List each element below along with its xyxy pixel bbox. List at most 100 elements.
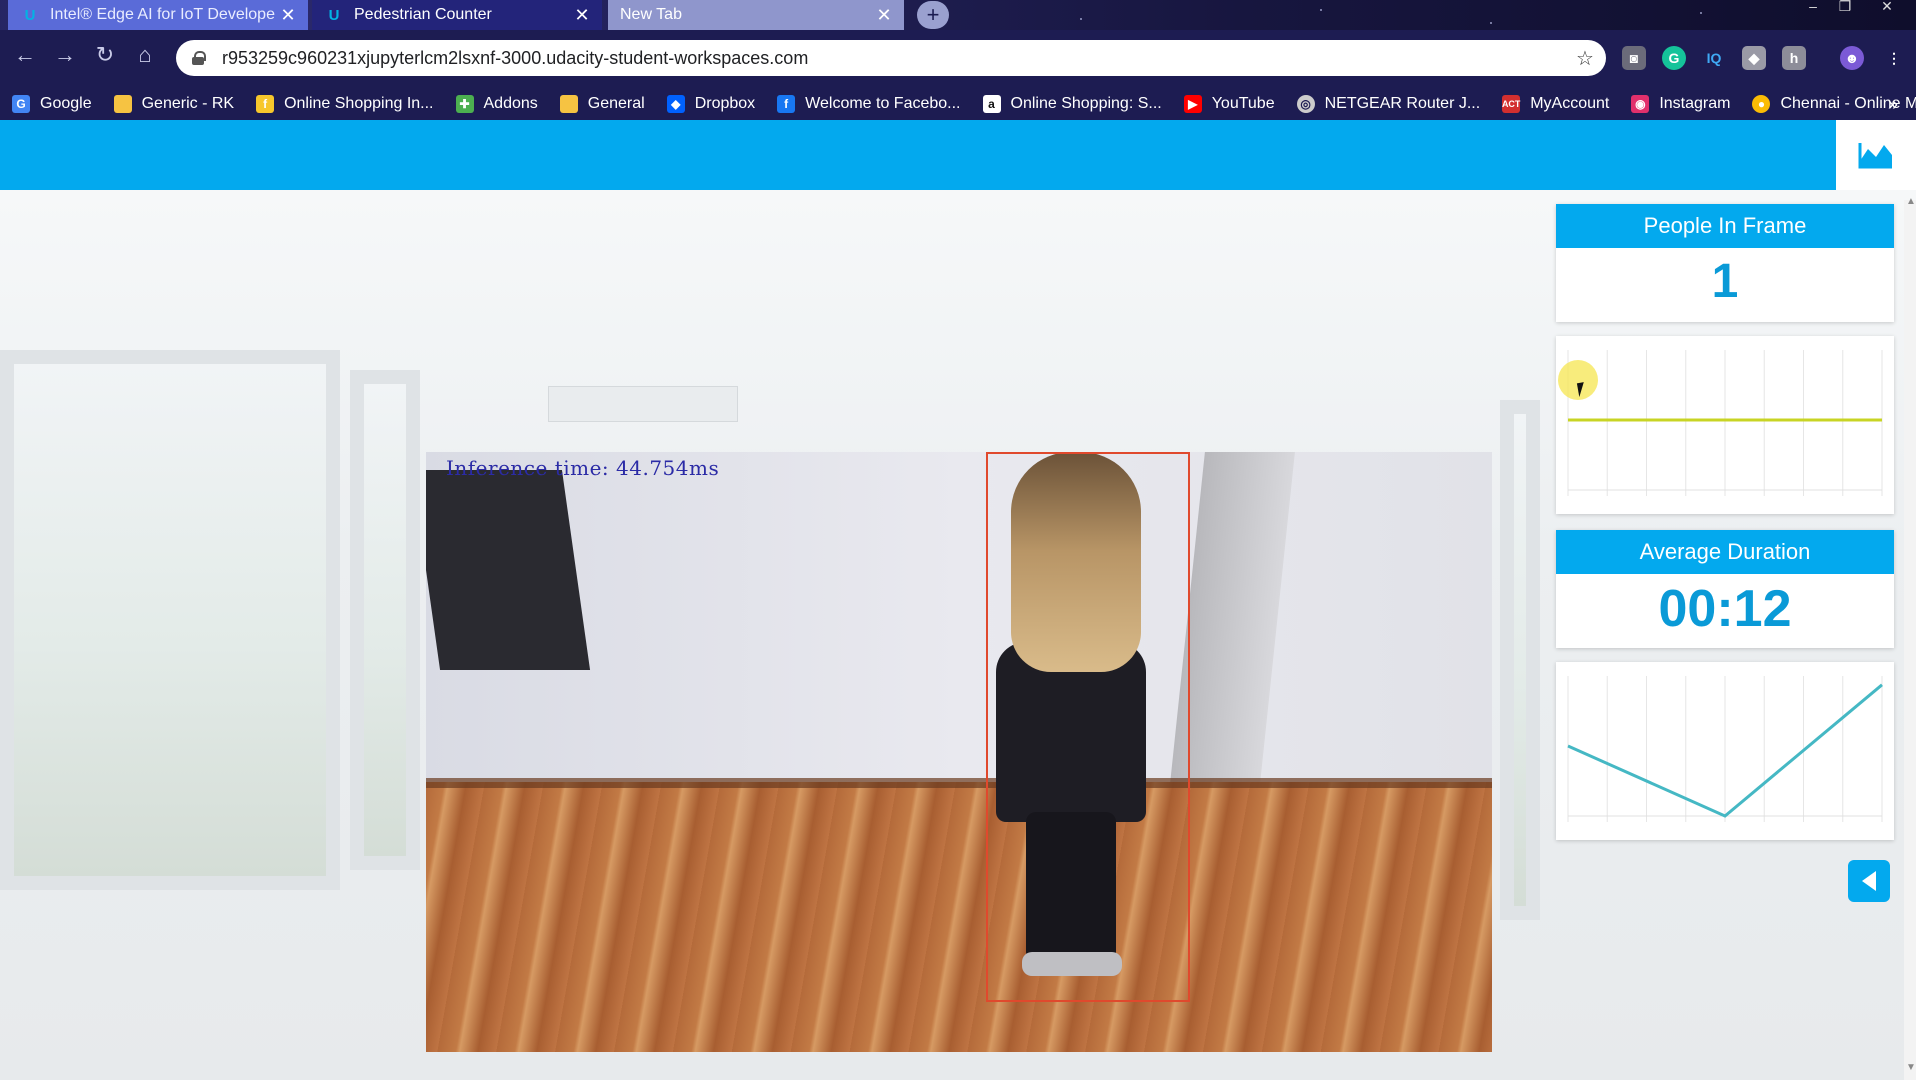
window <box>0 350 340 890</box>
bookmark-instagram[interactable]: ◉ Instagram <box>1631 95 1730 113</box>
close-icon[interactable]: ✕ <box>872 5 896 26</box>
bookmark-label: Google <box>40 95 92 112</box>
bookmark-generic-rk[interactable]: Generic - RK <box>113 95 235 113</box>
tab-pedestrian-counter[interactable]: U Pedestrian Counter ✕ <box>312 0 602 30</box>
mouse-cursor-icon <box>1576 380 1594 398</box>
google-icon: G <box>12 95 30 113</box>
minimize-icon[interactable]: – <box>1800 0 1826 14</box>
home-button[interactable]: ⌂ <box>132 42 158 68</box>
bookmarks-overflow-button[interactable]: » <box>1888 88 1898 120</box>
bookmark-google[interactable]: G Google <box>12 95 92 113</box>
lock-icon[interactable] <box>192 51 206 65</box>
facebook-icon: f <box>777 95 796 113</box>
bookmark-label: Dropbox <box>694 95 756 112</box>
youtube-icon: ▶ <box>1183 95 1202 113</box>
tab-title: New Tab <box>620 6 682 23</box>
tab-intel-edge-ai[interactable]: U Intel® Edge AI for IoT Developer ✕ <box>8 0 308 30</box>
bookmark-label: Generic - RK <box>141 95 235 112</box>
grammarly-icon[interactable]: G <box>1662 46 1686 70</box>
video-feed: Inference time: 44.754ms <box>426 452 1492 1052</box>
area-chart-icon <box>1858 143 1892 169</box>
new-tab-button[interactable]: + <box>917 1 949 29</box>
chart-grid <box>1567 676 1883 822</box>
extension-icon[interactable]: h <box>1782 46 1806 70</box>
bookmark-general[interactable]: General <box>559 95 645 113</box>
dropbox-icon: ◆ <box>666 95 685 113</box>
people-in-frame-chart-card <box>1556 336 1894 514</box>
people-in-frame-chart <box>1567 350 1883 496</box>
flipkart-icon: f <box>256 95 275 113</box>
bookmark-star-icon[interactable]: ☆ <box>1576 46 1606 71</box>
page-scrollbar[interactable] <box>1904 200 1916 1080</box>
bookmark-label: Addons <box>483 95 538 112</box>
background-star <box>1320 9 1322 11</box>
background-star <box>1700 12 1702 14</box>
bookmark-online-shopping[interactable]: f Online Shopping In... <box>256 95 434 113</box>
tab-new-tab[interactable]: New Tab ✕ <box>608 0 904 30</box>
amazon-icon: a <box>982 95 1001 113</box>
average-duration-value: 00:12 <box>1658 580 1792 638</box>
stats-toggle-button[interactable] <box>1836 120 1916 190</box>
shield-icon[interactable]: ◆ <box>1742 46 1766 70</box>
browser-tab-strip: U Intel® Edge AI for IoT Developer ✕ U P… <box>0 0 1916 30</box>
window <box>1500 400 1540 920</box>
average-duration-chart <box>1567 676 1883 822</box>
reload-button[interactable]: ↻ <box>92 42 118 68</box>
menu-icon[interactable]: ⋮ <box>1882 46 1906 70</box>
bookmark-addons[interactable]: ✚ Addons <box>455 95 538 113</box>
puzzle-icon: ✚ <box>455 95 474 113</box>
udacity-icon: U <box>328 6 340 24</box>
tab-title: Pedestrian Counter <box>354 6 492 23</box>
card-title: Average Duration <box>1556 530 1894 574</box>
chrome-icon: ● <box>1752 95 1771 113</box>
bookmark-label: General <box>587 95 645 112</box>
pedestrian-counter-app: Inference time: 44.754ms People In Frame… <box>0 120 1916 1080</box>
video-wall <box>426 452 1492 792</box>
extension-icon[interactable]: ◙ <box>1622 46 1646 70</box>
background-star <box>1490 22 1492 24</box>
tab-title: Intel® Edge AI for IoT Developer <box>50 6 276 23</box>
bookmark-label: NETGEAR Router J... <box>1324 95 1481 112</box>
scroll-down-arrow-icon[interactable]: ▼ <box>1906 1062 1916 1073</box>
bookmark-facebook[interactable]: f Welcome to Facebo... <box>777 95 961 113</box>
background-star <box>1080 18 1082 20</box>
video-baseboard <box>426 778 1492 788</box>
address-bar[interactable]: r953259c960231xjupyterlcm2lsxnf-3000.uda… <box>176 40 1606 76</box>
bookmark-dropbox[interactable]: ◆ Dropbox <box>666 95 756 113</box>
detection-bounding-box <box>986 452 1190 1002</box>
people-in-frame-value: 1 <box>1711 255 1739 308</box>
window <box>350 370 420 870</box>
folder-icon <box>559 95 578 113</box>
profile-avatar[interactable]: ☻ <box>1840 46 1864 70</box>
bookmark-netgear[interactable]: ◎ NETGEAR Router J... <box>1296 95 1481 113</box>
inference-time-label: Inference time: 44.754ms <box>446 456 720 480</box>
bookmark-label: MyAccount <box>1530 95 1610 112</box>
bookmarks-bar: G Google Generic - RK f Online Shopping In… <box>0 88 1916 120</box>
app-header <box>0 120 1836 190</box>
bookmark-label: Online Shopping: S... <box>1010 95 1162 112</box>
udacity-icon: U <box>24 6 36 24</box>
url-text[interactable]: r953259c960231xjupyterlcm2lsxnf-3000.uda… <box>222 48 1576 69</box>
bookmark-amazon[interactable]: a Online Shopping: S... <box>982 95 1162 113</box>
close-icon[interactable]: ✕ <box>276 5 300 26</box>
video-tv <box>426 470 591 670</box>
back-button[interactable]: ← <box>12 42 38 68</box>
close-icon[interactable]: ✕ <box>570 5 594 26</box>
bookmark-youtube[interactable]: ▶ YouTube <box>1183 95 1275 113</box>
bookmark-myaccount[interactable]: ACT MyAccount <box>1502 95 1609 113</box>
scroll-up-arrow-icon[interactable]: ▲ <box>1906 196 1916 207</box>
people-in-frame-card: People In Frame 1 <box>1556 204 1894 322</box>
bookmark-label: YouTube <box>1211 95 1275 112</box>
video-floor <box>426 782 1492 1052</box>
average-duration-chart-card <box>1556 662 1894 840</box>
bookmark-label: Welcome to Facebo... <box>805 95 961 112</box>
forward-button[interactable]: → <box>52 42 78 68</box>
collapse-panel-button[interactable] <box>1848 860 1890 902</box>
close-window-icon[interactable]: ✕ <box>1874 0 1900 14</box>
iq-extension-icon[interactable]: IQ <box>1702 46 1726 70</box>
chart-grid <box>1567 350 1883 496</box>
ceiling-ac-unit <box>548 386 738 422</box>
folder-icon <box>113 95 132 113</box>
restore-icon[interactable]: ❐ <box>1832 0 1858 14</box>
instagram-icon: ◉ <box>1631 95 1650 113</box>
